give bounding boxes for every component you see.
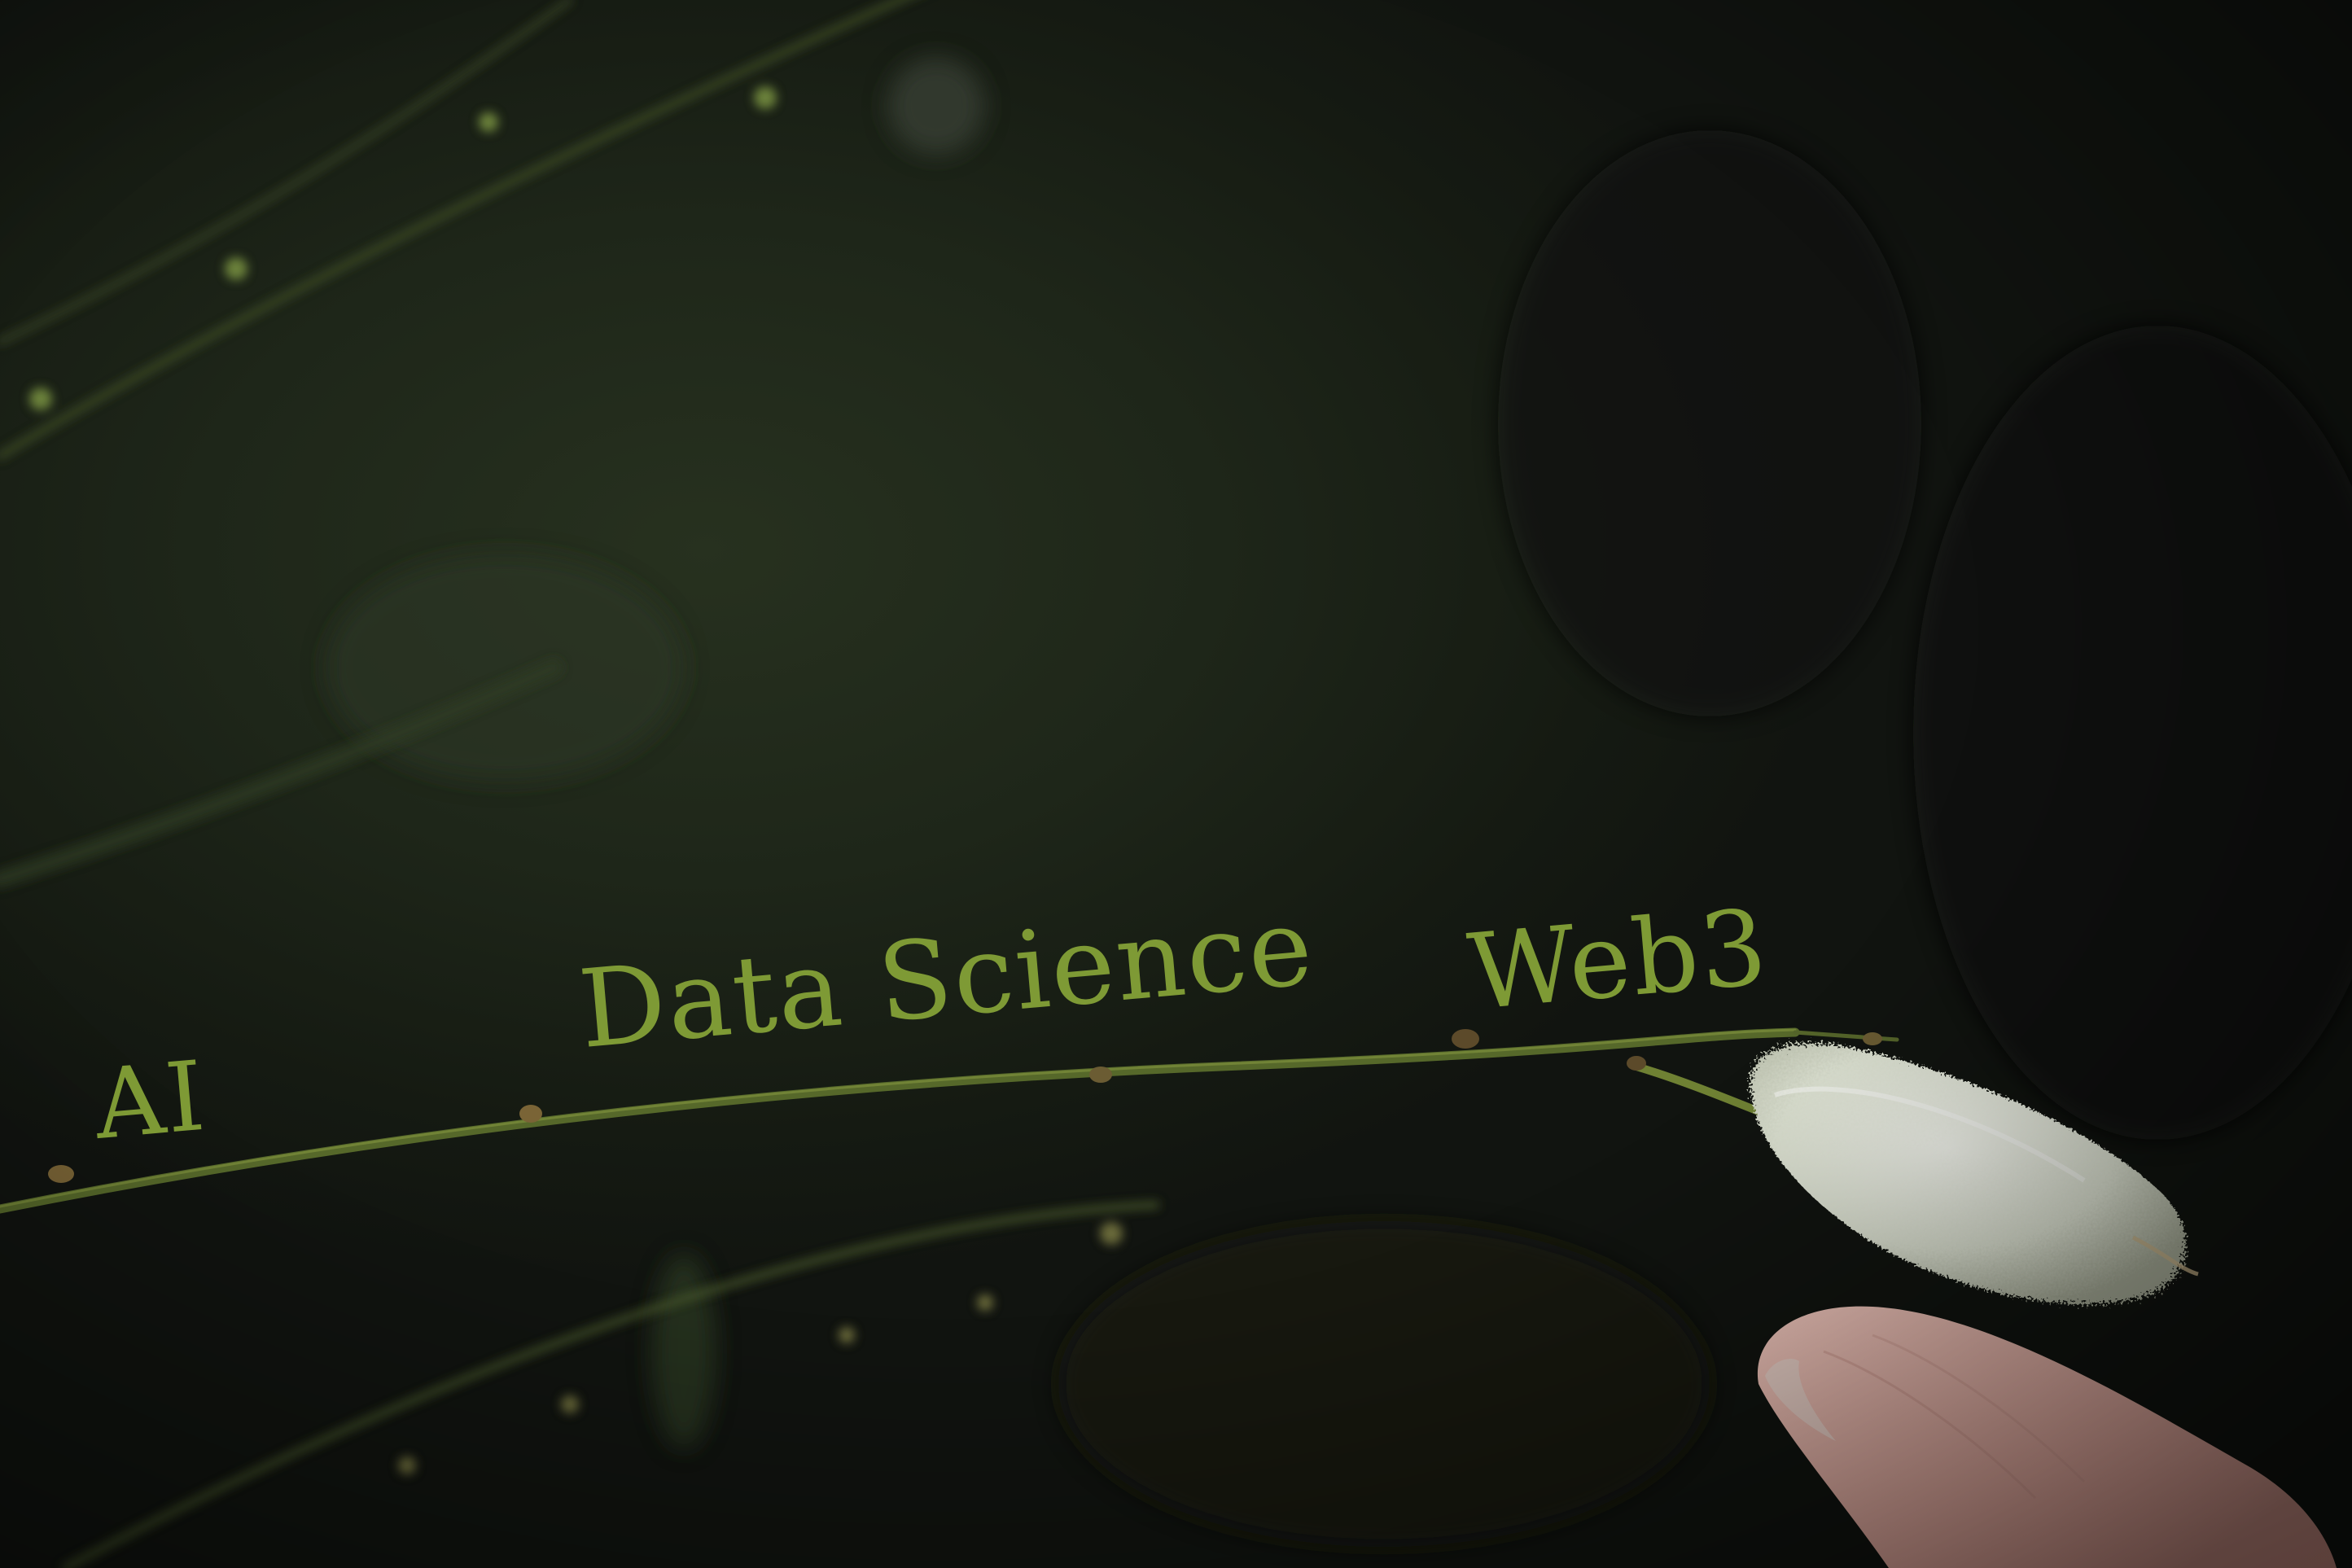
- photo-scene: AI Data Science Web3: [0, 0, 2352, 1568]
- label-ai: AI: [90, 1039, 211, 1161]
- label-web3: Web3: [1463, 887, 1773, 1034]
- photo-illustration: [0, 0, 2352, 1568]
